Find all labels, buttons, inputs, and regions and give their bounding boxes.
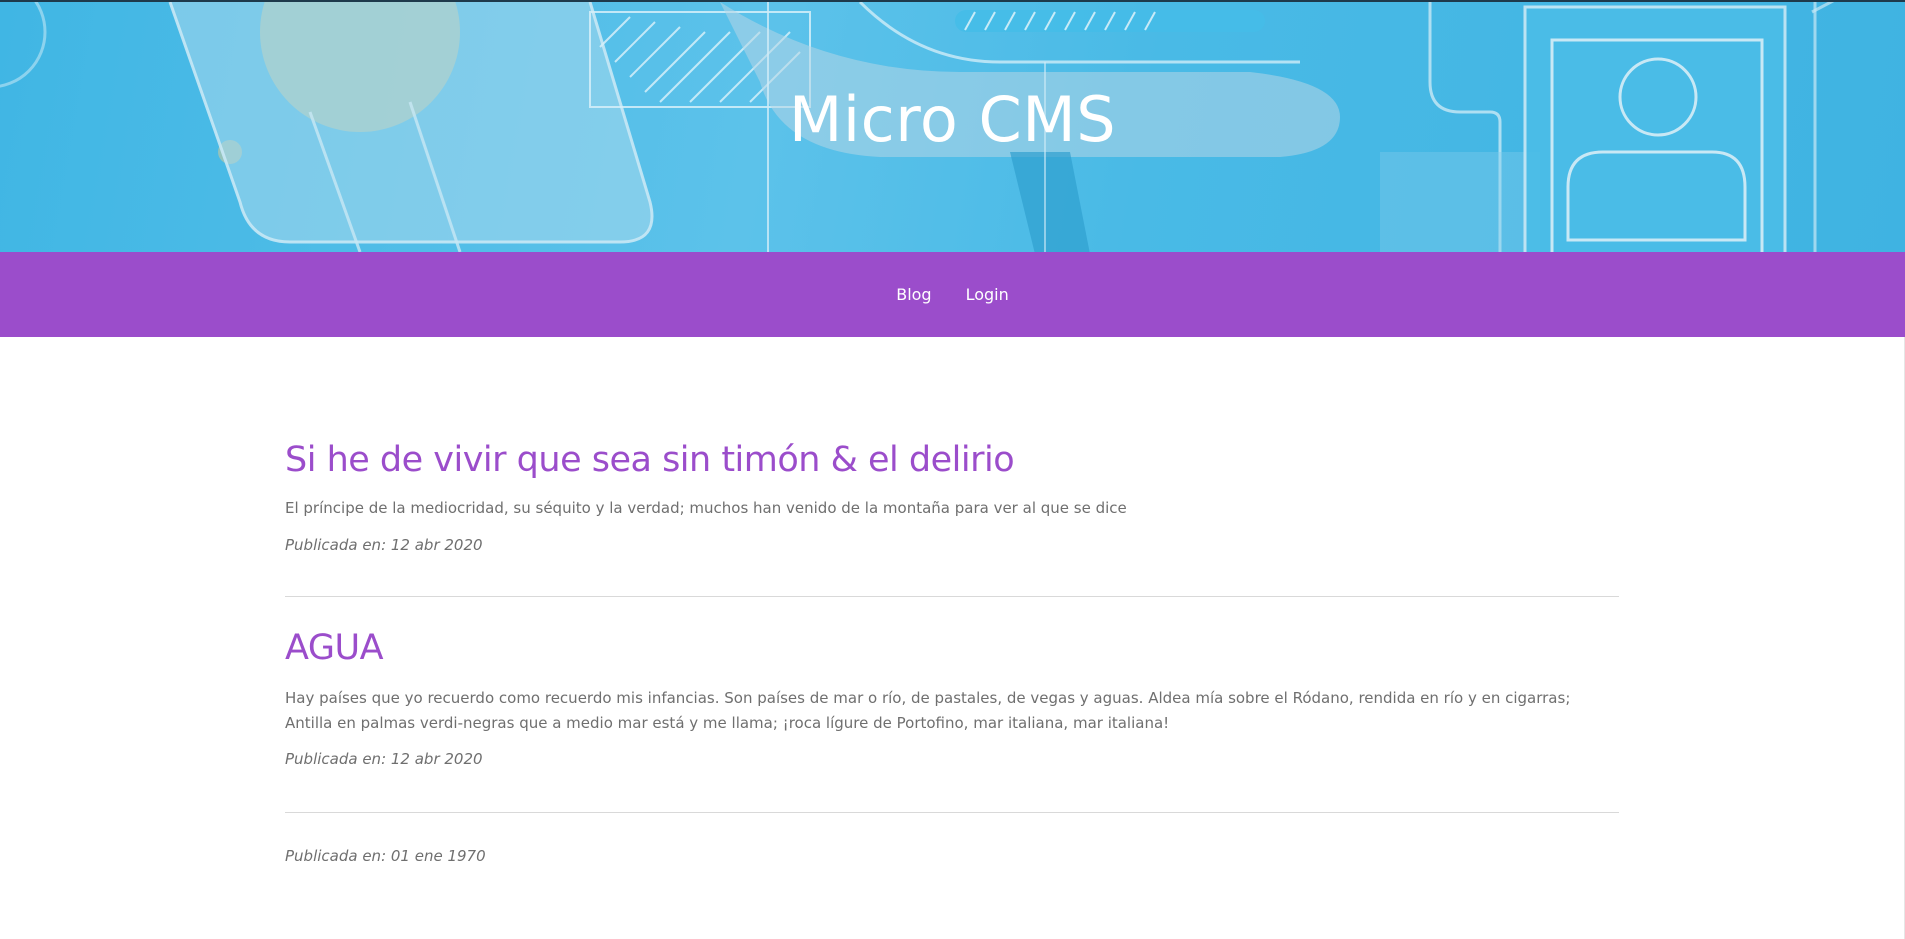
post-date: Publicada en: 12 abr 2020 [285,750,483,768]
nav-link-login[interactable]: Login [966,285,1009,304]
post-item: AGUA Hay países que yo recuerdo como rec… [285,597,1619,813]
hero-header: Micro CMS [0,0,1905,252]
nav-item-login: Login [966,252,1009,338]
page: Micro CMS Blog Login Si he de vivir que … [0,0,1905,939]
site-title: Micro CMS [788,83,1117,156]
nav-link-blog[interactable]: Blog [896,285,931,304]
post-excerpt: Hay países que yo recuerdo como recuerdo… [285,689,1571,732]
post-date: Publicada en: 01 ene 1970 [285,847,486,865]
post-item: Si he de vivir que sea sin timón & el de… [285,337,1619,597]
post-date: Publicada en: 12 abr 2020 [285,536,483,554]
post-title-link[interactable]: AGUA [285,626,1619,670]
main-nav: Blog Login [0,252,1905,337]
post-title-link[interactable]: Si he de vivir que sea sin timón & el de… [285,438,1619,482]
post-excerpt: El príncipe de la mediocridad, su séquit… [285,499,1127,517]
nav-item-blog: Blog [896,252,931,338]
nav-list: Blog Login [896,252,1009,338]
post-list: Si he de vivir que sea sin timón & el de… [285,337,1619,867]
post-item: Publicada en: 01 ene 1970 [285,813,1619,867]
